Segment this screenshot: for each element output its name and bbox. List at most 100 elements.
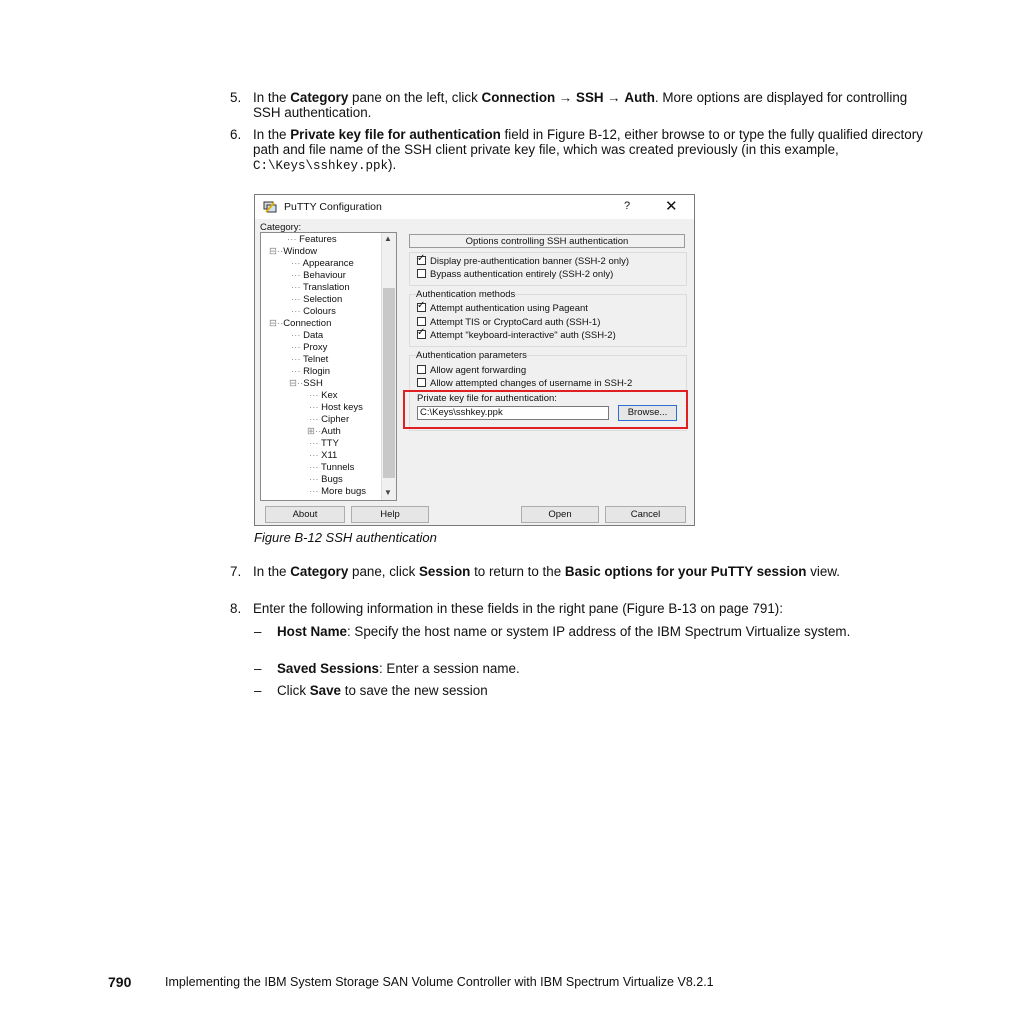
open-button[interactable]: Open	[521, 506, 599, 523]
help-icon[interactable]: ?	[624, 200, 630, 212]
tree-item-ssh[interactable]: ⊟··SSH	[289, 378, 323, 390]
text: Enter the following information in these…	[253, 601, 783, 616]
bold-term: Connection	[481, 90, 556, 105]
bold-term: Private key file for authentication	[290, 127, 501, 142]
code-path: C:\Keys\sshkey.ppk	[253, 159, 389, 173]
step-6: 6. In the Private key file for authentic…	[230, 127, 930, 174]
tree-item-window[interactable]: ⊟··Window	[269, 246, 317, 258]
display-banner-checkbox[interactable]: Display pre-authentication banner (SSH-2…	[417, 253, 629, 268]
dash: –	[254, 683, 262, 698]
checkbox-empty-icon	[417, 269, 426, 278]
tree-item-appearance[interactable]: ··· Appearance	[291, 258, 354, 270]
keyboard-interactive-checkbox[interactable]: Attempt "keyboard-interactive" auth (SSH…	[417, 327, 616, 342]
putty-icon	[263, 201, 277, 213]
text: ).	[388, 157, 397, 172]
checkbox-empty-icon	[417, 365, 426, 374]
tree-item-cipher[interactable]: ··· Cipher	[309, 414, 349, 426]
panel-title: Options controlling SSH authentication	[409, 234, 685, 248]
tree-item-colours[interactable]: ··· Colours	[291, 306, 336, 318]
bypass-auth-checkbox[interactable]: Bypass authentication entirely (SSH-2 on…	[417, 269, 613, 281]
text: : Specify the host name or system IP add…	[346, 624, 851, 639]
bold-term: Auth	[624, 90, 655, 105]
tree-item-tunnels[interactable]: ··· Tunnels	[309, 462, 354, 474]
figure-caption: Figure B-12 SSH authentication	[254, 530, 437, 545]
sub-item-saved-sessions: – Saved Sessions: Enter a session name.	[254, 661, 914, 676]
text: In the	[253, 564, 291, 579]
tree-item-kex[interactable]: ··· Kex	[309, 390, 338, 402]
scroll-down-icon[interactable]: ▼	[384, 488, 392, 497]
cancel-button[interactable]: Cancel	[605, 506, 686, 523]
bold-term: Save	[309, 683, 342, 698]
scroll-thumb[interactable]	[383, 288, 395, 478]
bold-term: Session	[419, 564, 471, 579]
tree-item-tty[interactable]: ··· TTY	[309, 438, 339, 450]
step-8: 8. Enter the following information in th…	[230, 601, 930, 616]
text: : Enter a session name.	[378, 661, 520, 676]
username-change-checkbox[interactable]: Allow attempted changes of username in S…	[417, 378, 632, 389]
title-bar: PuTTY Configuration ? ✕	[255, 195, 694, 219]
text: In the	[253, 90, 291, 105]
category-tree[interactable]: ··· Features ⊟··Window ··· Appearance ··…	[260, 232, 397, 501]
checkbox-empty-icon	[417, 317, 426, 326]
page-number: 790	[108, 974, 132, 990]
text: Click	[277, 683, 310, 698]
close-icon[interactable]: ✕	[665, 197, 678, 215]
tis-checkbox[interactable]: Attempt TIS or CryptoCard auth (SSH-1)	[417, 317, 600, 329]
bold-term: Category	[290, 564, 349, 579]
tree-item-rlogin[interactable]: ··· Rlogin	[291, 366, 330, 378]
help-button[interactable]: Help	[351, 506, 429, 523]
tree-item-bugs[interactable]: ··· Bugs	[309, 474, 343, 486]
window-title: PuTTY Configuration	[284, 201, 382, 213]
tree-item-host-keys[interactable]: ··· Host keys	[309, 402, 363, 414]
bold-term: Host Name	[277, 624, 347, 639]
tree-item-data[interactable]: ··· Data	[291, 330, 323, 342]
step-number: 8.	[230, 601, 242, 616]
step-number: 7.	[230, 564, 242, 579]
sub-item-host-name: – Host Name: Specify the host name or sy…	[254, 624, 914, 639]
tree-scrollbar[interactable]: ▲ ▼	[381, 233, 396, 500]
scroll-up-icon[interactable]: ▲	[384, 234, 392, 243]
putty-configuration-window: PuTTY Configuration ? ✕ Category: ··· Fe…	[254, 194, 695, 526]
arrow: →	[555, 90, 577, 105]
browse-button[interactable]: Browse...	[618, 405, 677, 421]
step-5: 5. In the Category pane on the left, cli…	[230, 90, 930, 120]
tree-item-telnet[interactable]: ··· Telnet	[291, 354, 328, 366]
dash: –	[254, 661, 262, 676]
about-button[interactable]: About	[265, 506, 345, 523]
tree-item-connection[interactable]: ⊟··Connection	[269, 318, 331, 330]
text: to return to the	[470, 564, 565, 579]
tree-item-proxy[interactable]: ··· Proxy	[291, 342, 327, 354]
bold-term: SSH	[576, 90, 604, 105]
checkbox-checked-icon	[417, 300, 426, 312]
dash: –	[254, 624, 262, 639]
step-number: 6.	[230, 127, 242, 142]
tree-item-x11[interactable]: ··· X11	[309, 450, 337, 462]
running-footer: Implementing the IBM System Storage SAN …	[165, 975, 714, 989]
tree-item-more-bugs[interactable]: ··· More bugs	[309, 486, 366, 498]
text: pane on the left, click	[348, 90, 482, 105]
pageant-checkbox[interactable]: Attempt authentication using Pageant	[417, 300, 588, 315]
text: pane, click	[348, 564, 419, 579]
auth-methods-label: Authentication methods	[416, 289, 516, 300]
agent-forwarding-checkbox[interactable]: Allow agent forwarding	[417, 365, 526, 377]
text: to save the new session	[341, 683, 488, 698]
step-number: 5.	[230, 90, 242, 105]
bold-term: Basic options for your PuTTY session	[564, 564, 807, 579]
checkbox-empty-icon	[417, 378, 426, 387]
sub-item-save: – Click Save to save the new session	[254, 683, 914, 698]
bold-term: Category	[290, 90, 349, 105]
tree-item-translation[interactable]: ··· Translation	[291, 282, 350, 294]
checkbox-checked-icon	[417, 253, 426, 265]
step-7: 7. In the Category pane, click Session t…	[230, 564, 930, 579]
keyfile-label: Private key file for authentication:	[417, 393, 557, 404]
text: In the	[253, 127, 291, 142]
arrow: →	[603, 90, 625, 105]
private-key-file-input[interactable]: C:\Keys\sshkey.ppk	[417, 406, 609, 420]
checkbox-checked-icon	[417, 327, 426, 339]
auth-params-label: Authentication parameters	[416, 350, 527, 361]
tree-item-features[interactable]: ··· Features	[287, 234, 337, 246]
tree-item-selection[interactable]: ··· Selection	[291, 294, 342, 306]
text: view.	[806, 564, 840, 579]
tree-item-behaviour[interactable]: ··· Behaviour	[291, 270, 346, 282]
tree-item-auth[interactable]: ⊞··Auth	[307, 426, 341, 438]
